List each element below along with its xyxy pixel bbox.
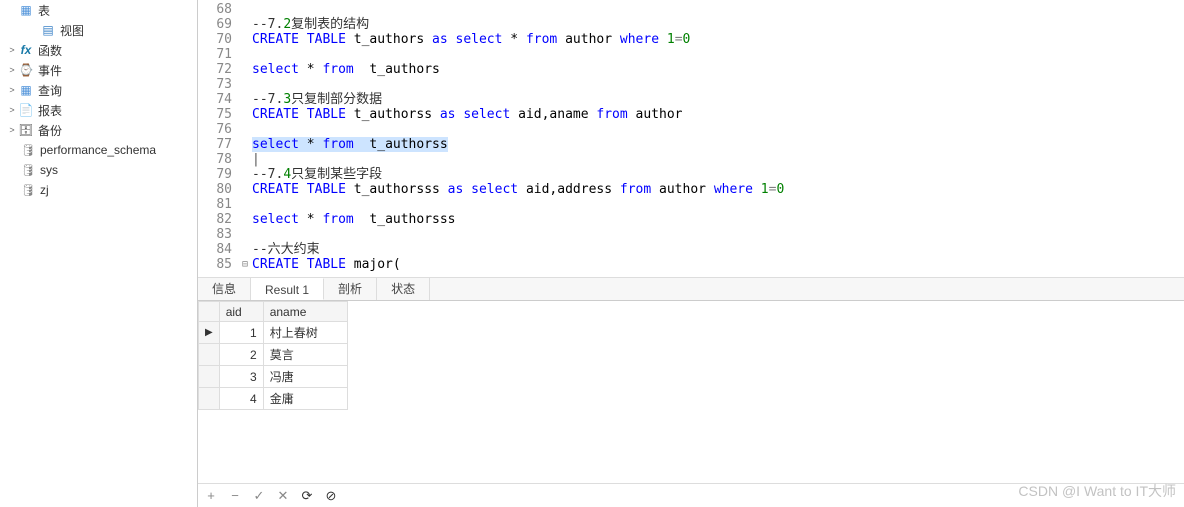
tree-item-label: sys [40, 163, 58, 177]
tree-item-label: 表 [38, 2, 50, 19]
tree-item[interactable]: 🛢 performance_schema [0, 140, 197, 160]
tab-result-1[interactable]: Result 1 [251, 278, 324, 300]
tree-item[interactable]: ▦表 [0, 0, 197, 20]
tree-item[interactable]: >▦查询 [0, 80, 197, 100]
main-panel: 686970717273747576777879808182838485 ⊟ -… [198, 0, 1184, 507]
table-icon: ▦ [18, 2, 34, 18]
expander-icon[interactable]: > [6, 125, 18, 135]
tree-item-label: 报表 [38, 102, 62, 119]
column-header[interactable]: aid [219, 302, 263, 322]
database-icon: 🛢 [20, 162, 36, 178]
remove-row-button[interactable]: − [228, 488, 242, 503]
result-grid[interactable]: aidaname▶1村上春树2莫言3冯唐4金庸 [198, 301, 348, 410]
database-icon: 🛢 [20, 182, 36, 198]
db-tree-sidebar[interactable]: ▦表▤视图>fx函数>⌚事件>▦查询>📄报表>🗄备份🛢performance_s… [0, 0, 198, 507]
report-icon: 📄 [18, 102, 34, 118]
tree-item-label: 备份 [38, 122, 62, 139]
tree-item[interactable]: 🛢 zj [0, 180, 197, 200]
tab-状态[interactable]: 状态 [377, 278, 430, 300]
backup-icon: 🗄 [18, 122, 34, 138]
table-row[interactable]: ▶1村上春树 [199, 322, 348, 344]
result-toolbar: + − ✓ ✕ ⟳ ⊘ [198, 483, 1184, 507]
view-icon: ▤ [40, 22, 56, 38]
tree-item-label: 事件 [38, 62, 62, 79]
line-number-gutter: 686970717273747576777879808182838485 [198, 0, 238, 277]
result-panel: aidaname▶1村上春树2莫言3冯唐4金庸 + − ✓ ✕ ⟳ ⊘ [198, 301, 1184, 507]
expander-icon[interactable]: > [6, 65, 18, 75]
sql-editor[interactable]: 686970717273747576777879808182838485 ⊟ -… [198, 0, 1184, 277]
tree-item[interactable]: >fx函数 [0, 40, 197, 60]
function-icon: fx [18, 42, 34, 58]
result-tabs[interactable]: 信息Result 1剖析状态 [198, 277, 1184, 301]
code-area[interactable]: --7.2复制表的结构CREATE TABLE t_authors as sel… [252, 0, 1184, 277]
tab-信息[interactable]: 信息 [198, 278, 251, 300]
tab-剖析[interactable]: 剖析 [324, 278, 377, 300]
tree-item[interactable]: >🗄备份 [0, 120, 197, 140]
fold-column[interactable]: ⊟ [238, 0, 252, 277]
add-row-button[interactable]: + [204, 488, 218, 503]
expander-icon[interactable]: > [6, 105, 18, 115]
tree-item-label: 视图 [60, 22, 84, 39]
tree-item[interactable]: >⌚事件 [0, 60, 197, 80]
tree-item[interactable]: ▤视图 [0, 20, 197, 40]
tree-item-label: zj [40, 183, 49, 197]
query-icon: ▦ [18, 82, 34, 98]
apply-button[interactable]: ✓ [252, 488, 266, 504]
table-row[interactable]: 2莫言 [199, 344, 348, 366]
tree-item-label: 函数 [38, 42, 62, 59]
event-icon: ⌚ [18, 62, 34, 78]
refresh-button[interactable]: ⟳ [300, 488, 314, 504]
table-row[interactable]: 4金庸 [199, 388, 348, 410]
expander-icon[interactable]: > [6, 85, 18, 95]
database-icon: 🛢 [20, 142, 36, 158]
tree-item[interactable]: >📄报表 [0, 100, 197, 120]
tree-item-label: 查询 [38, 82, 62, 99]
cancel-button[interactable]: ✕ [276, 488, 290, 504]
column-header[interactable]: aname [263, 302, 347, 322]
expander-icon[interactable]: > [6, 45, 18, 55]
tree-item[interactable]: 🛢 sys [0, 160, 197, 180]
table-row[interactable]: 3冯唐 [199, 366, 348, 388]
stop-button[interactable]: ⊘ [324, 488, 338, 504]
tree-item-label: performance_schema [40, 143, 156, 157]
